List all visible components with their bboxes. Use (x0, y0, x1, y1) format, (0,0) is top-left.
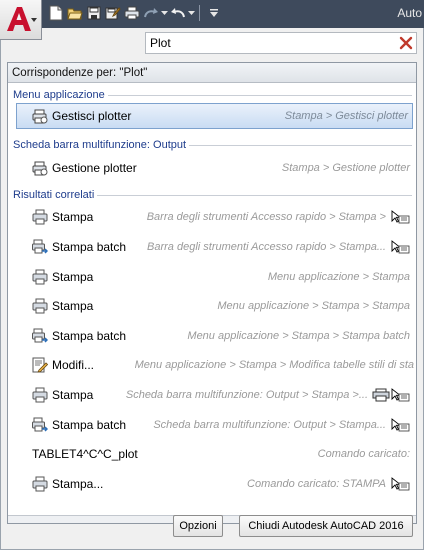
plot-icon[interactable] (122, 3, 141, 23)
batch-plot-icon (32, 328, 48, 343)
result-path: Menu applicazione > Stampa > Stampa batc… (187, 329, 410, 342)
result-name: Stampa (52, 299, 94, 314)
result-path: Menu applicazione > Stampa (267, 270, 410, 283)
customize-icon[interactable] (204, 3, 223, 23)
result-path: Barra degli strumenti Accesso rapido > S… (147, 240, 386, 253)
open-icon[interactable] (65, 3, 84, 23)
result-name: Gestione plotter (52, 160, 137, 175)
result-path: Menu applicazione > Stampa > Stampa (217, 300, 410, 313)
result-name: Stampa (52, 210, 94, 225)
result-path: Menu applicazione > Stampa > Modifica ta… (134, 359, 414, 372)
autocad-logo-icon (7, 7, 31, 31)
search-input[interactable] (146, 33, 386, 53)
save-icon[interactable] (84, 3, 103, 23)
results-header: Corrispondenze per: "Plot" (8, 63, 416, 83)
batch-plot-icon (32, 239, 48, 254)
printer-icon (32, 298, 48, 314)
result-name: Stampa... (52, 476, 104, 491)
plotter-manager-icon (32, 109, 48, 124)
application-menu-button[interactable] (0, 0, 42, 40)
result-name: Stampa batch (52, 239, 127, 254)
result-row[interactable]: Stampa Scheda barra multifunzione: Outpu… (8, 380, 416, 410)
undo-icon[interactable] (168, 3, 187, 23)
chevron-down-icon[interactable] (187, 3, 195, 23)
group-label: Menu applicazione (13, 89, 108, 101)
result-row[interactable]: TABLET4^C^C_plot Comando caricato: (8, 439, 416, 469)
result-row[interactable]: Modifi... Menu applicazione > Stampa > M… (8, 351, 416, 381)
quick-access-toolbar (46, 2, 223, 24)
result-path: Stampa > Gestisci plotter (284, 110, 408, 122)
cursor-list-icon[interactable] (390, 476, 410, 491)
result-row[interactable]: Stampa batch Barra degli strumenti Acces… (8, 232, 416, 262)
chevron-down-icon (31, 18, 37, 22)
result-name: Stampa (52, 387, 94, 402)
search-results-list[interactable]: Corrispondenze per: "Plot" Menu applicaz… (7, 62, 417, 524)
new-icon[interactable] (46, 3, 65, 23)
printer-icon (32, 209, 48, 225)
group-header: Scheda barra multifunzione: Output (8, 137, 416, 153)
result-row[interactable]: Stampa Barra degli strumenti Accesso rap… (8, 203, 416, 233)
printer-icon (32, 269, 48, 285)
printer-small-icon[interactable] (372, 388, 390, 402)
redo-icon[interactable] (141, 3, 160, 23)
application-menu: Corrispondenze per: "Plot" Menu applicaz… (0, 28, 424, 550)
batch-plot-icon (32, 417, 48, 432)
options-button[interactable]: Opzioni (173, 515, 223, 537)
edit-style-icon (32, 357, 48, 373)
chevron-down-icon[interactable] (160, 3, 168, 23)
cursor-list-icon[interactable] (390, 388, 410, 402)
plotter-manager-icon (32, 161, 48, 176)
result-row[interactable]: Stampa... Comando caricato: STAMPA (8, 469, 416, 499)
exit-autocad-button[interactable]: Chiudi Autodesk AutoCAD 2016 (239, 515, 413, 537)
search-box[interactable] (145, 32, 417, 54)
result-row[interactable]: Stampa batch Menu applicazione > Stampa … (8, 321, 416, 351)
clear-search-icon[interactable] (399, 36, 413, 50)
result-row[interactable]: Stampa Menu applicazione > Stampa (8, 262, 416, 292)
cursor-list-icon[interactable] (390, 240, 410, 254)
group-header: Menu applicazione (8, 87, 416, 103)
result-name: Gestisci plotter (52, 109, 132, 123)
result-name: Stampa (52, 269, 94, 284)
result-path: Scheda barra multifunzione: Output > Sta… (125, 388, 368, 401)
result-name: Stampa batch (52, 328, 127, 343)
group-label: Risultati correlati (13, 188, 98, 201)
result-name: Modifi... (52, 358, 95, 373)
printer-icon (32, 476, 48, 492)
result-row[interactable]: Gestione plotter Stampa > Gestione plott… (8, 153, 416, 183)
toolbar-separator (199, 5, 200, 21)
group-header: Risultati correlati (8, 187, 416, 203)
result-name: Stampa batch (52, 417, 127, 432)
group-label: Scheda barra multifunzione: Output (13, 139, 190, 151)
result-path: Comando caricato: STAMPA (247, 477, 386, 490)
result-path: Scheda barra multifunzione: Output > Sta… (153, 418, 386, 431)
result-path: Stampa > Gestione plotter (281, 161, 410, 174)
result-name: TABLET4^C^C_plot (32, 447, 138, 462)
cursor-list-icon[interactable] (390, 210, 410, 224)
result-path: Barra degli strumenti Accesso rapido > S… (146, 211, 386, 224)
save-as-icon[interactable] (103, 3, 122, 23)
printer-icon (32, 387, 48, 403)
window-title: Auto (397, 6, 422, 20)
result-path: Comando caricato: (317, 448, 410, 461)
cursor-list-icon[interactable] (390, 417, 410, 432)
title-bar: Auto (0, 0, 424, 28)
results-header-text: Corrispondenze per: "Plot" (12, 67, 148, 79)
result-row[interactable]: Stampa Menu applicazione > Stampa > Stam… (8, 291, 416, 321)
result-row-selected[interactable]: Gestisci plotter Stampa > Gestisci plott… (16, 103, 413, 129)
result-row[interactable]: Stampa batch Scheda barra multifunzione:… (8, 410, 416, 440)
